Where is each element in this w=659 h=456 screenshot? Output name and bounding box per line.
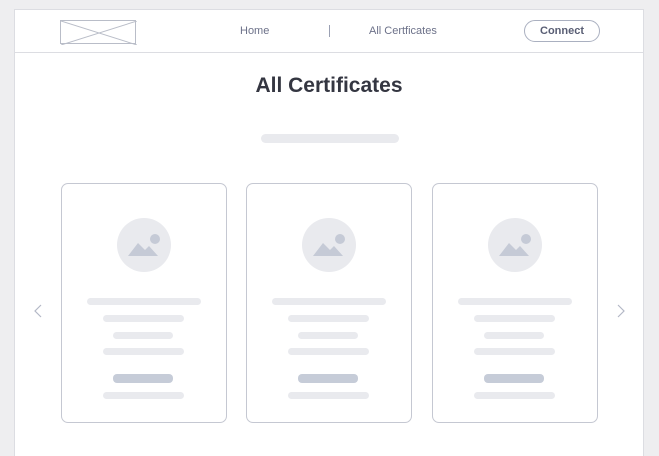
card-text-placeholder bbox=[103, 392, 184, 399]
card-text-placeholder bbox=[103, 348, 184, 355]
image-placeholder-icon bbox=[128, 234, 160, 256]
chevron-right-icon bbox=[617, 304, 625, 318]
card-image-placeholder bbox=[117, 218, 171, 272]
card-text-placeholder bbox=[288, 315, 369, 322]
top-navbar: Home All Certficates Connect bbox=[15, 10, 643, 53]
card-image-placeholder bbox=[488, 218, 542, 272]
card-title-placeholder bbox=[458, 298, 572, 305]
card-text-placeholder bbox=[298, 332, 358, 339]
card-text-placeholder bbox=[474, 392, 555, 399]
card-text-placeholder bbox=[474, 348, 555, 355]
card-title-placeholder bbox=[87, 298, 201, 305]
page-title: All Certificates bbox=[255, 74, 403, 97]
card-text-placeholder bbox=[113, 332, 173, 339]
card-text-placeholder bbox=[103, 315, 184, 322]
card-image-placeholder bbox=[302, 218, 356, 272]
card-button-placeholder[interactable] bbox=[113, 374, 173, 383]
connect-button[interactable]: Connect bbox=[524, 20, 600, 42]
card-text-placeholder bbox=[474, 315, 555, 322]
certificate-card[interactable] bbox=[246, 183, 412, 423]
carousel-prev-button[interactable] bbox=[30, 302, 46, 320]
card-button-placeholder[interactable] bbox=[298, 374, 358, 383]
certificate-card[interactable] bbox=[61, 183, 227, 423]
carousel-next-button[interactable] bbox=[613, 302, 629, 320]
card-button-placeholder[interactable] bbox=[484, 374, 544, 383]
logo-placeholder[interactable] bbox=[60, 20, 137, 45]
card-title-placeholder bbox=[272, 298, 386, 305]
card-text-placeholder bbox=[484, 332, 544, 339]
card-text-placeholder bbox=[288, 392, 369, 399]
nav-link-all-certificates[interactable]: All Certficates bbox=[369, 25, 437, 37]
page-frame: Home All Certficates Connect All Certifi… bbox=[14, 9, 644, 456]
subtitle-placeholder bbox=[261, 134, 399, 143]
card-text-placeholder bbox=[288, 348, 369, 355]
nav-link-home[interactable]: Home bbox=[240, 25, 269, 37]
image-placeholder-icon bbox=[499, 234, 531, 256]
image-placeholder-icon bbox=[313, 234, 345, 256]
chevron-left-icon bbox=[34, 304, 42, 318]
certificate-card[interactable] bbox=[432, 183, 598, 423]
nav-divider bbox=[329, 25, 330, 37]
logo-placeholder-icon bbox=[61, 21, 137, 45]
